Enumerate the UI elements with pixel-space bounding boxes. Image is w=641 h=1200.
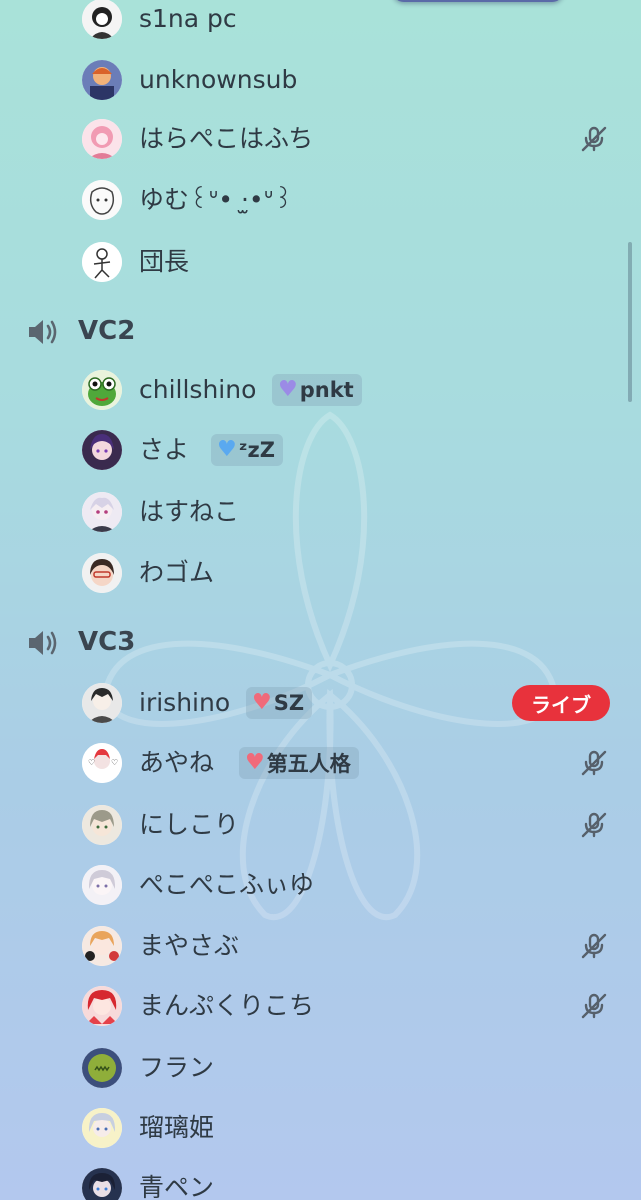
- member-name: 瑠璃姫: [139, 1113, 215, 1142]
- voice-member[interactable]: さよ ♥ ᶻzZ: [0, 422, 641, 478]
- avatar: [82, 986, 122, 1026]
- member-name: ぺこぺこふぃゆ: [139, 870, 315, 899]
- avatar: [82, 119, 122, 159]
- voice-member[interactable]: unknownsub: [0, 52, 641, 108]
- avatar: [82, 370, 122, 410]
- avatar: [82, 242, 122, 282]
- heart-icon: ♥: [245, 750, 265, 775]
- live-badge[interactable]: ライブ: [512, 685, 610, 721]
- heart-icon: ♥: [217, 437, 237, 462]
- voice-member[interactable]: 瑠璃姫: [0, 1100, 641, 1156]
- member-name: にしこり: [139, 810, 240, 839]
- voice-member[interactable]: まんぷくりこち: [0, 978, 641, 1034]
- status-badge: ♥ SZ: [246, 687, 313, 719]
- avatar: [82, 1108, 122, 1148]
- speaker-icon: [29, 320, 57, 344]
- avatar: [82, 1048, 122, 1088]
- member-name: 青ペン: [139, 1173, 215, 1200]
- member-name: まんぷくりこち: [139, 991, 315, 1020]
- member-name: chillshino: [139, 375, 257, 404]
- mic-off-icon: [581, 812, 607, 838]
- heart-icon: ♥: [278, 377, 298, 402]
- voice-member[interactable]: irishino ♥ SZ ライブ: [0, 675, 641, 731]
- member-name: さよ: [139, 435, 190, 464]
- member-name: irishino: [139, 688, 231, 717]
- mic-off-icon: [581, 993, 607, 1019]
- member-name: まやさぶ: [139, 931, 240, 960]
- voice-member[interactable]: にしこり: [0, 797, 641, 853]
- member-name: unknownsub: [139, 65, 298, 94]
- mic-off-icon: [581, 750, 607, 776]
- avatar: ♡ ♡: [82, 743, 122, 783]
- member-name: フラン: [139, 1053, 215, 1082]
- member-name: ゆむ꒰ᐡ• ·̫•ᐡ꒱: [139, 185, 293, 214]
- avatar: [82, 430, 122, 470]
- voice-member[interactable]: はすねこ: [0, 484, 641, 540]
- voice-channel-vc3[interactable]: VC3: [0, 620, 641, 664]
- svg-text:♡: ♡: [111, 758, 118, 767]
- voice-member[interactable]: フラン: [0, 1040, 641, 1096]
- badge-text: SZ: [273, 691, 305, 715]
- avatar: [82, 0, 122, 39]
- member-name: はらぺこはふち: [139, 124, 314, 153]
- voice-member[interactable]: ゆむ꒰ᐡ• ·̫•ᐡ꒱: [0, 172, 641, 228]
- voice-member[interactable]: はらぺこはふち: [0, 111, 641, 167]
- speaker-icon: [29, 631, 57, 655]
- voice-member[interactable]: ぺこぺこふぃゆ: [0, 857, 641, 913]
- voice-channel-vc2[interactable]: VC2: [0, 309, 641, 353]
- avatar: [82, 683, 122, 723]
- channel-name: VC2: [78, 316, 136, 346]
- badge-text: 第五人格: [266, 752, 351, 776]
- svg-text:♡: ♡: [88, 758, 95, 767]
- member-name: はすねこ: [139, 497, 240, 526]
- badge-text: ᶻzZ: [238, 438, 275, 462]
- avatar: [82, 926, 122, 966]
- status-badge: ♥ 第五人格: [239, 747, 359, 779]
- voice-member[interactable]: まやさぶ: [0, 918, 641, 974]
- voice-member[interactable]: 青ペン: [0, 1160, 641, 1200]
- heart-icon: ♥: [252, 690, 272, 715]
- avatar: [82, 553, 122, 593]
- member-name: わゴム: [139, 558, 215, 587]
- avatar: [82, 180, 122, 220]
- voice-member[interactable]: わゴム: [0, 545, 641, 601]
- status-badge: ♥ ᶻzZ: [211, 434, 283, 466]
- voice-member[interactable]: ♡ ♡ あやね ♥ 第五人格: [0, 735, 641, 791]
- channel-name: VC3: [78, 627, 136, 657]
- avatar: [82, 492, 122, 532]
- voice-member[interactable]: s1na pc: [0, 0, 641, 47]
- badge-text: pnkt: [299, 378, 354, 402]
- avatar: [82, 60, 122, 100]
- member-name: 団長: [139, 247, 190, 276]
- avatar: [82, 1168, 122, 1200]
- avatar: [82, 865, 122, 905]
- mic-off-icon: [581, 933, 607, 959]
- member-name: s1na pc: [139, 4, 237, 33]
- mic-off-icon: [581, 126, 607, 152]
- status-badge: ♥ pnkt: [272, 374, 362, 406]
- avatar: [82, 805, 122, 845]
- member-name: あやね: [139, 748, 215, 777]
- voice-member[interactable]: chillshino ♥ pnkt: [0, 362, 641, 418]
- voice-member[interactable]: 団長: [0, 234, 641, 290]
